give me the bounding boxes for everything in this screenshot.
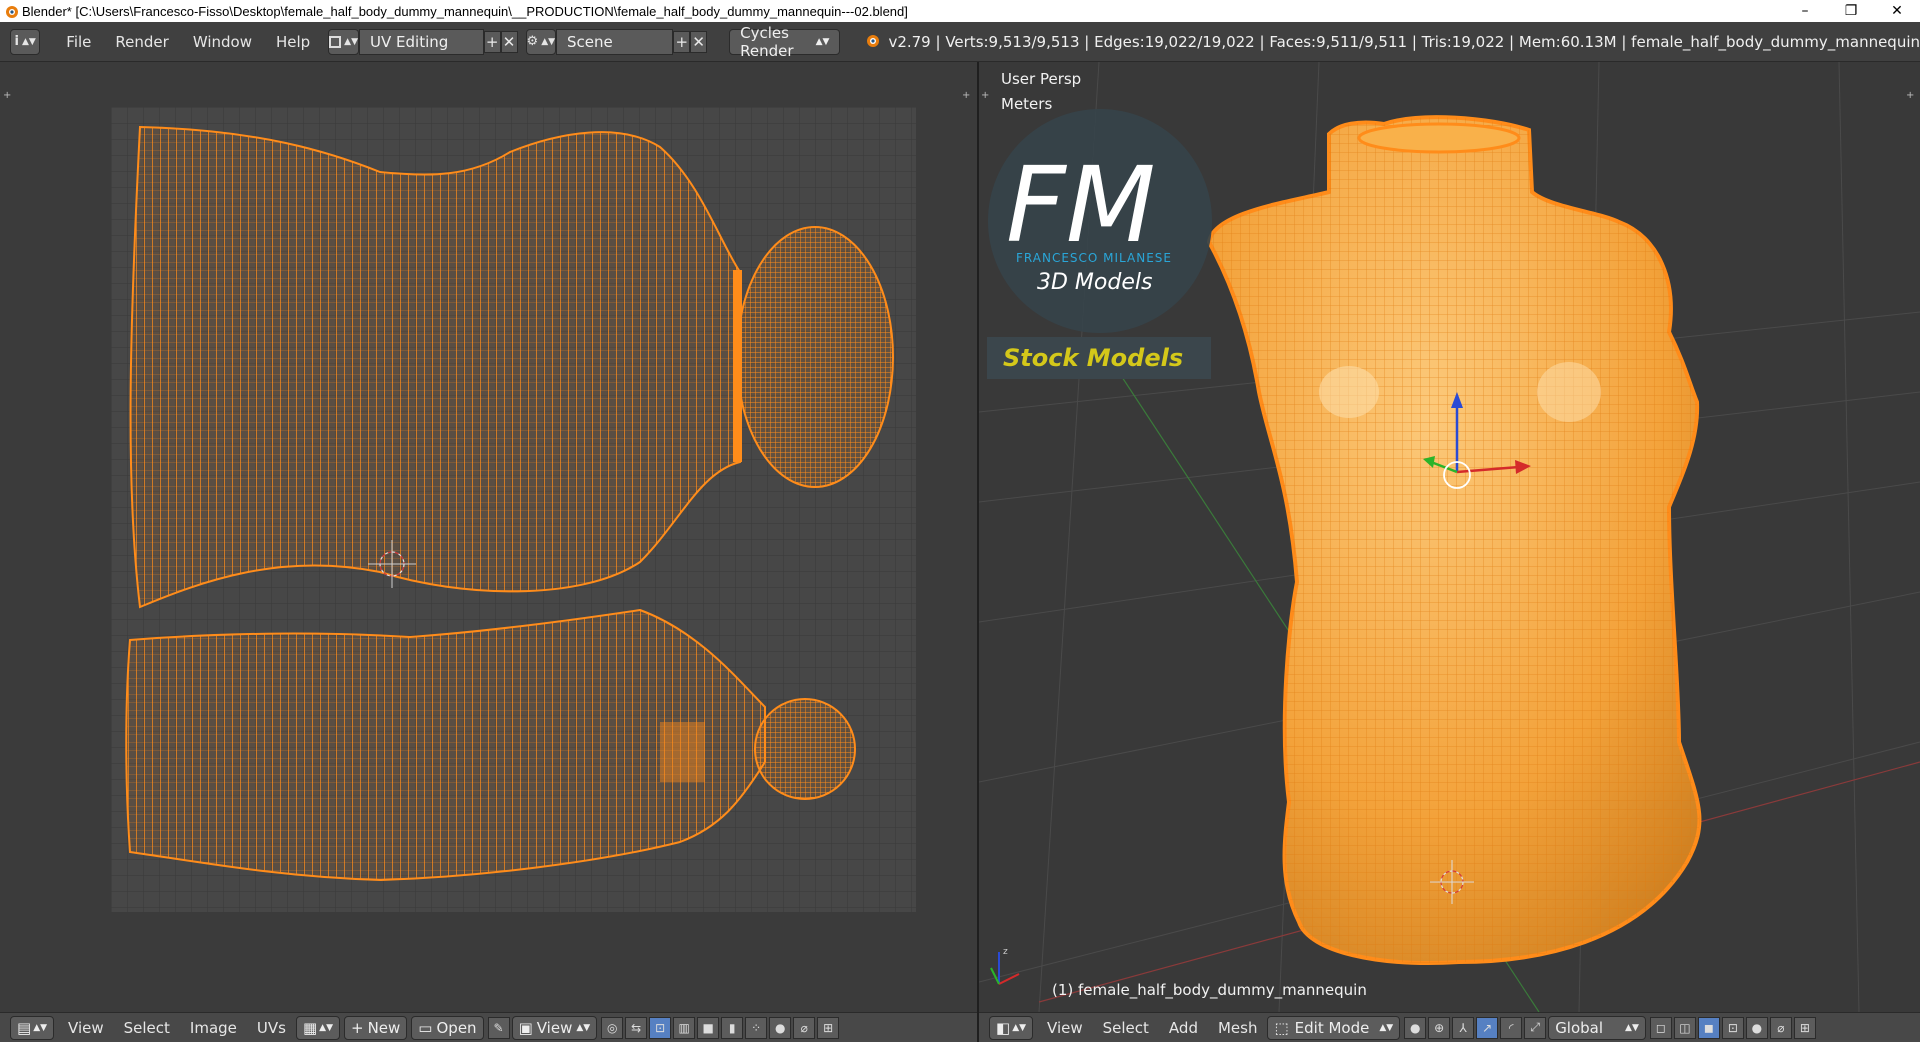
uv-editor-header: ▤ ▲▼ View Select Image UVs ▦ ▲▼ + New ▭ Open… [0,1012,977,1042]
plus-icon: + [351,1018,364,1037]
interaction-mode-label: Edit Mode [1294,1018,1370,1037]
manipulator-toggle-icon[interactable]: ⅄ [1452,1016,1475,1039]
viewport-menu-add[interactable]: Add [1159,1019,1208,1037]
logo-banner: Stock Models [1003,344,1183,372]
image-editor-icon: ▤ [17,1018,32,1037]
blender-stats-icon [864,32,880,52]
render-engine-label: Cycles Render [740,23,794,60]
window-titlebar: Blender* [C:\Users\Francesco-Fisso\Deskt… [0,0,1920,22]
editor-type-image-button[interactable]: ▤ ▲▼ [10,1015,55,1040]
window-title: Blender* [C:\Users\Francesco-Fisso\Deskt… [22,3,908,19]
new-image-label: New [367,1018,401,1037]
occlude-geometry-icon[interactable]: ⊡ [1721,1016,1744,1039]
remove-scene-button[interactable]: ✕ [690,30,708,53]
new-image-button[interactable]: + New [344,1015,408,1040]
scale-icon[interactable]: ⤢ [1524,1016,1547,1039]
active-object-label: (1) female_half_body_dummy_mannequin [1052,981,1367,999]
folder-icon: ▭ [418,1018,433,1037]
pivot-icon[interactable]: ◎ [601,1016,624,1039]
info-header: i ▲▼ File Render Window Help ▲▼ UV Editin… [0,22,1920,62]
image-icon: ▦ [302,1018,318,1037]
vertex-mode-icon[interactable]: ◻ [1649,1016,1672,1039]
proportional-editing-icon[interactable]: ● [1745,1016,1768,1039]
edge-select-icon[interactable]: ▥ [673,1016,696,1039]
transform-orientation-select[interactable]: Global ▲▼ [1548,1015,1646,1040]
screen-layout-field[interactable]: UV Editing [359,28,484,55]
pivot-point-icon[interactable]: ⊕ [1428,1016,1451,1039]
svg-text:z: z [1003,947,1008,957]
cube-icon: ◧ [996,1018,1011,1037]
island-select-icon[interactable]: ▮ [721,1016,744,1039]
menu-render[interactable]: Render [103,33,180,51]
close-button[interactable]: ✕ [1874,0,1920,22]
snap-icon[interactable]: ⌀ [793,1016,816,1039]
add-scene-button[interactable]: + [673,30,691,53]
rotate-icon[interactable]: ◜ [1500,1016,1523,1039]
screen-layout-browse-button[interactable]: ▲▼ [328,28,360,55]
restore-button[interactable]: ❐ [1828,0,1874,22]
render-engine-select[interactable]: Cycles Render ▲▼ [729,24,841,60]
edit-mode-icon: ⬚ [1274,1018,1289,1037]
remove-screen-button[interactable]: ✕ [500,30,518,53]
snap-element-icon[interactable]: ⊞ [817,1016,840,1039]
uv-menu-uvs[interactable]: UVs [247,1019,296,1037]
uv-island-front [129,125,741,609]
image-browse-button[interactable]: ▦ ▲▼ [295,1015,340,1040]
vertex-select-icon[interactable]: ⊡ [649,1016,672,1039]
uv-island-bottom-cap [754,698,856,800]
orientation-label: Global [1555,1018,1604,1037]
edge-mode-icon[interactable]: ◫ [1673,1016,1696,1039]
add-screen-button[interactable]: + [483,30,501,53]
uv-menu-select[interactable]: Select [114,1019,180,1037]
orientation-gizmo-icon: z [990,947,1020,985]
sync-selection-icon[interactable]: ⇆ [625,1016,648,1039]
uv-menu-image[interactable]: Image [180,1019,247,1037]
viewport-header: ◧ ▲▼ View Select Add Mesh ⬚ Edit Mode ▲▼ ● … [979,1012,1920,1042]
layout-grid-icon [329,35,342,48]
menu-window[interactable]: Window [181,33,264,51]
uv-canvas[interactable] [0,62,977,1012]
menu-file[interactable]: File [54,33,103,51]
3d-viewport[interactable]: User Persp Meters + + z FM FRANCESCO MIL… [979,62,1920,1012]
viewport-menu-view[interactable]: View [1037,1019,1093,1037]
uv-island-neck-cap [736,226,894,488]
uv-image-editor[interactable]: + + [0,62,977,1012]
view-mode-select[interactable]: ▣ View ▲▼ [511,1015,598,1040]
menu-help[interactable]: Help [264,33,322,51]
translate-icon[interactable]: ↗ [1476,1016,1499,1039]
info-icon: i [14,34,19,49]
scene-field[interactable]: Scene [556,28,674,55]
scene-statistics: v2.79 | Verts:9,513/9,513 | Edges:19,022… [888,32,1920,51]
pin-icon[interactable]: ✎ [487,1016,510,1039]
snap-target-icon[interactable]: ⊞ [1793,1016,1816,1039]
viewport-menu-mesh[interactable]: Mesh [1208,1019,1268,1037]
editor-type-info-button[interactable]: i ▲▼ [10,28,41,55]
minimize-button[interactable]: – [1782,0,1828,22]
logo-author: FRANCESCO MILANESE [1016,251,1172,265]
open-image-label: Open [436,1018,477,1037]
blender-logo-icon [0,0,22,22]
viewport-canvas[interactable]: z FM FRANCESCO MILANESE 3D Models Stock … [979,62,1920,1012]
sticky-select-icon[interactable]: ⁘ [745,1016,768,1039]
scene-browse-button[interactable]: ⚙ ▲▼ [525,28,557,55]
open-image-button[interactable]: ▭ Open [411,1015,484,1040]
face-select-icon[interactable]: ■ [697,1016,720,1039]
uv-menu-view[interactable]: View [58,1019,114,1037]
fm-watermark-logo: FM FRANCESCO MILANESE 3D Models Stock Mo… [987,109,1212,379]
logo-subtitle: 3D Models [1037,270,1152,295]
proportional-edit-icon[interactable]: ● [769,1016,792,1039]
scene-icon: ⚙ [526,34,539,49]
interaction-mode-select[interactable]: ⬚ Edit Mode ▲▼ [1267,1015,1401,1040]
view-mode-icon: ▣ [518,1018,533,1037]
snap-toggle-icon[interactable]: ⌀ [1769,1016,1792,1039]
view-mode-label: View [536,1018,573,1037]
face-mode-icon[interactable]: ◼ [1697,1016,1720,1039]
viewport-menu-select[interactable]: Select [1093,1019,1159,1037]
logo-letters: FM [1006,144,1156,266]
viewport-shading-icon[interactable]: ● [1404,1016,1427,1039]
editor-type-3d-button[interactable]: ◧ ▲▼ [989,1015,1034,1040]
